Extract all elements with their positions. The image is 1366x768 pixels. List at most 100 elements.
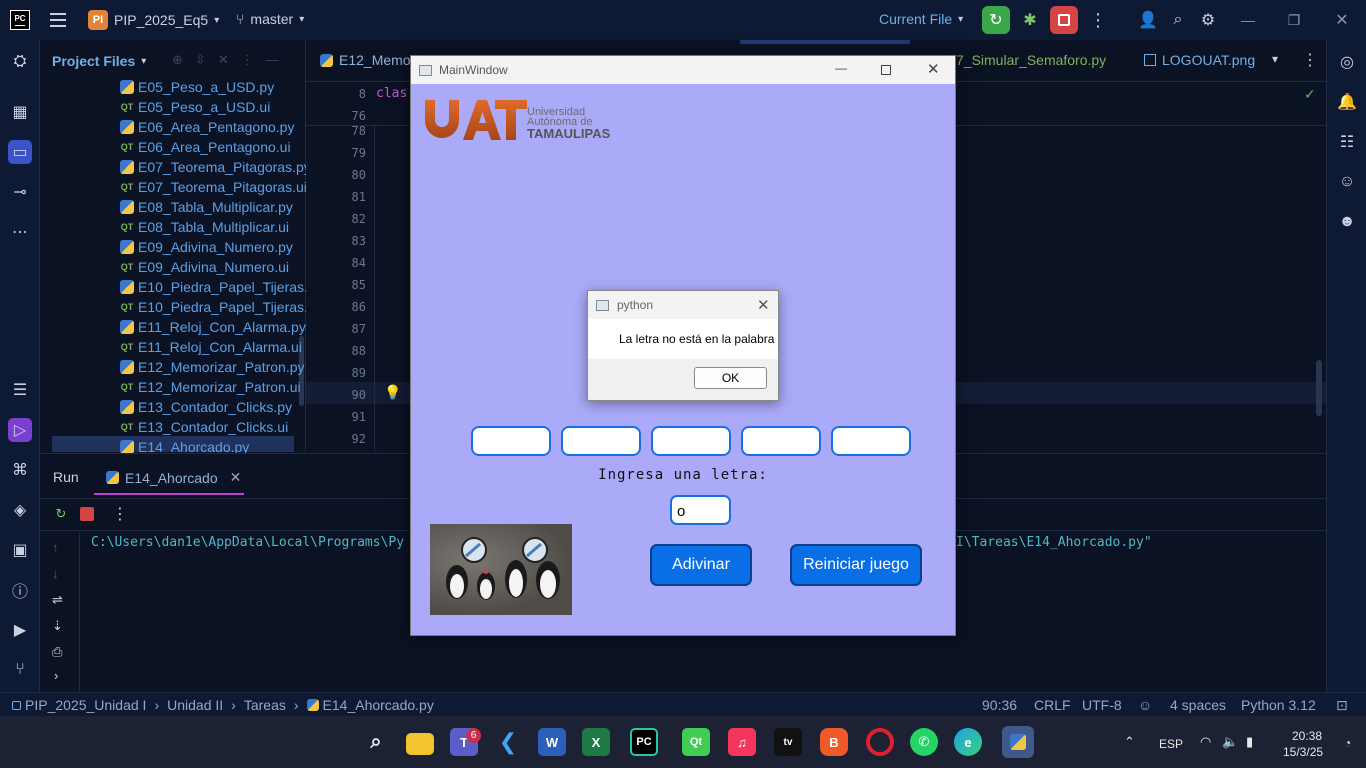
maximize-icon[interactable] [881, 65, 891, 75]
pycharm-icon[interactable]: PC [630, 728, 658, 756]
caret-position[interactable]: 90:36 [982, 697, 1017, 713]
notification-center-icon[interactable]: ◔ [1344, 736, 1351, 750]
editor-tab[interactable]: E12_Memor [320, 52, 415, 68]
run-config-selector[interactable]: Current File ▾ [879, 11, 963, 27]
git-icon[interactable]: ⑂ [8, 658, 32, 682]
ai-assistant-icon[interactable]: ◎ [1335, 50, 1359, 74]
rerun-icon[interactable]: ↻ [52, 505, 70, 523]
wifi-icon[interactable]: ◠ [1200, 734, 1211, 750]
breadcrumb-item[interactable]: E14_Ahorcado.py [323, 697, 434, 713]
line-ending[interactable]: CRLF [1034, 697, 1071, 713]
tab-options-icon[interactable]: ⋮ [1302, 50, 1318, 70]
folder-icon[interactable]: ▭ [8, 140, 32, 164]
run-config-tab[interactable]: E14_Ahorcado ✕ [106, 469, 241, 486]
tabs-dropdown-icon[interactable]: ▾ [1272, 52, 1278, 66]
edge-icon[interactable]: e [954, 728, 982, 756]
file-tree-item[interactable]: QT E13_Contador_Clicks.ui [120, 417, 288, 437]
guess-button[interactable]: Adivinar [650, 544, 752, 586]
tray-overflow-icon[interactable]: ⌃ [1124, 734, 1135, 750]
file-tree-item[interactable]: QT E05_Peso_a_USD.ui [120, 97, 271, 117]
maximize-icon[interactable]: ❐ [1282, 8, 1306, 32]
file-tree-item[interactable]: QT E06_Area_Pentagono.ui [120, 137, 291, 157]
stop-icon[interactable] [1050, 6, 1078, 34]
structure-icon[interactable]: ▦ [8, 100, 32, 124]
search-icon[interactable]: ⌕ [1166, 8, 1190, 32]
dialog-ok-button[interactable]: OK [694, 367, 767, 389]
file-tree-item[interactable]: QT E11_Reloj_Con_Alarma.ui [120, 337, 302, 357]
windows-start-icon[interactable] [318, 728, 344, 754]
collapse-icon[interactable]: ✕ [218, 52, 229, 68]
file-tree-item[interactable]: QT E08_Tabla_Multiplicar.ui [120, 217, 289, 237]
file-tree-item[interactable]: E07_Teorema_Pitagoras.py [120, 157, 311, 177]
main-menu-icon[interactable] [48, 11, 68, 29]
print-icon[interactable]: ⎙ [52, 644, 62, 660]
lightbulb-icon[interactable]: 💡 [384, 384, 401, 401]
layers-icon[interactable]: ◈ [8, 498, 32, 522]
file-explorer-icon[interactable] [406, 733, 434, 755]
project-switcher[interactable]: PI PIP_2025_Eq5 ▾ [88, 10, 219, 30]
add-user-icon[interactable]: 👤 [1136, 8, 1160, 32]
editor-scrollbar[interactable] [1316, 360, 1322, 416]
opera-icon[interactable]: O [866, 728, 894, 756]
brave-icon[interactable]: B [820, 728, 848, 756]
clock-date[interactable]: 15/3/25 [1283, 745, 1323, 759]
file-tree-item[interactable]: QT E10_Piedra_Papel_Tijeras.ui [120, 297, 319, 317]
editor-tab[interactable]: 7_Simular_Semaforo.py [956, 52, 1106, 68]
volume-icon[interactable]: 🔈 [1222, 734, 1238, 750]
expand-icon[interactable]: ⇳ [195, 52, 206, 68]
file-tree-item[interactable]: QT E12_Memorizar_Patron.ui [120, 377, 301, 397]
file-tree-item[interactable]: E06_Area_Pentagono.py [120, 117, 294, 137]
file-tree-item[interactable]: E11_Reloj_Con_Alarma.py [120, 317, 306, 337]
project-view-icon[interactable]: ⛭ [8, 50, 32, 74]
notifications-bell-icon[interactable]: 🔔 [1335, 90, 1359, 114]
indent-setting[interactable]: 4 spaces [1170, 697, 1226, 713]
breadcrumb-item[interactable]: Tareas [244, 697, 286, 713]
close-icon[interactable]: ✕ [927, 60, 940, 78]
python-icon[interactable] [1002, 726, 1034, 758]
file-encoding[interactable]: UTF-8 [1082, 697, 1122, 713]
rerun-icon[interactable]: ↻ [982, 6, 1010, 34]
file-tree-item[interactable]: E08_Tabla_Multiplicar.py [120, 197, 293, 217]
file-tree-item[interactable]: QT E09_Adivina_Numero.ui [120, 257, 289, 277]
file-tree-item[interactable]: E09_Adivina_Numero.py [120, 237, 293, 257]
apple-tv-icon[interactable]: tv [774, 728, 802, 756]
more-actions-icon[interactable]: ⋮ [1088, 8, 1108, 32]
excel-icon[interactable]: X [582, 728, 610, 756]
close-tab-icon[interactable]: ✕ [230, 469, 242, 486]
options-icon[interactable]: ⋮ [241, 52, 254, 68]
scroll-down-icon[interactable]: ↓ [52, 566, 59, 581]
battery-icon[interactable]: ▮ [1246, 734, 1253, 750]
breadcrumb-item[interactable]: Unidad II [167, 697, 223, 713]
problems-icon[interactable]: ⓘ [8, 578, 32, 602]
main-window-title-bar[interactable]: MainWindow — ✕ [411, 56, 955, 84]
vscode-icon[interactable]: ❮ [494, 728, 522, 756]
letter-input[interactable]: o [670, 495, 731, 525]
breadcrumb-item[interactable]: PIP_2025_Unidad I [25, 697, 146, 713]
commit-icon[interactable]: ⊸ [8, 180, 32, 204]
file-tree-item[interactable]: E13_Contador_Clicks.py [120, 397, 292, 417]
apple-music-icon[interactable]: ♫ [728, 728, 756, 756]
stop-icon[interactable] [80, 507, 94, 521]
copilot-status-icon[interactable]: ☺ [1138, 697, 1152, 713]
database-icon[interactable]: ☷ [1335, 130, 1359, 154]
minimize-icon[interactable]: — [1236, 8, 1260, 32]
hide-icon[interactable]: — [266, 52, 279, 68]
project-panel-header[interactable]: Project Files ▾ [52, 53, 146, 69]
dialog-title-bar[interactable]: python ✕ [588, 291, 778, 319]
close-icon[interactable]: ✕ [757, 296, 770, 314]
branch-switcher[interactable]: ⑂ master ▾ [236, 11, 304, 27]
file-tree-item[interactable]: E05_Peso_a_USD.py [120, 77, 274, 97]
keyboard-language[interactable]: ESP [1159, 737, 1183, 751]
minimize-icon[interactable]: — [835, 61, 847, 75]
soft-wrap-icon[interactable]: ⇌ [52, 592, 63, 608]
settings-gear-icon[interactable]: ⚙ [1196, 8, 1220, 32]
file-tree-item[interactable]: E10_Piedra_Papel_Tijeras.py [120, 277, 323, 297]
copilot-chat-icon[interactable]: ☻ [1335, 210, 1359, 234]
python-interpreter[interactable]: Python 3.12 [1241, 697, 1316, 713]
pycharm-logo-icon[interactable]: PC [10, 10, 30, 30]
scroll-up-icon[interactable]: ↑ [52, 540, 59, 555]
copilot-icon[interactable]: ☺ [1335, 170, 1359, 194]
run-tool-icon[interactable]: ▷ [8, 418, 32, 442]
terminal-icon[interactable]: ▣ [8, 538, 32, 562]
locate-icon[interactable]: ⊕ [172, 52, 183, 68]
